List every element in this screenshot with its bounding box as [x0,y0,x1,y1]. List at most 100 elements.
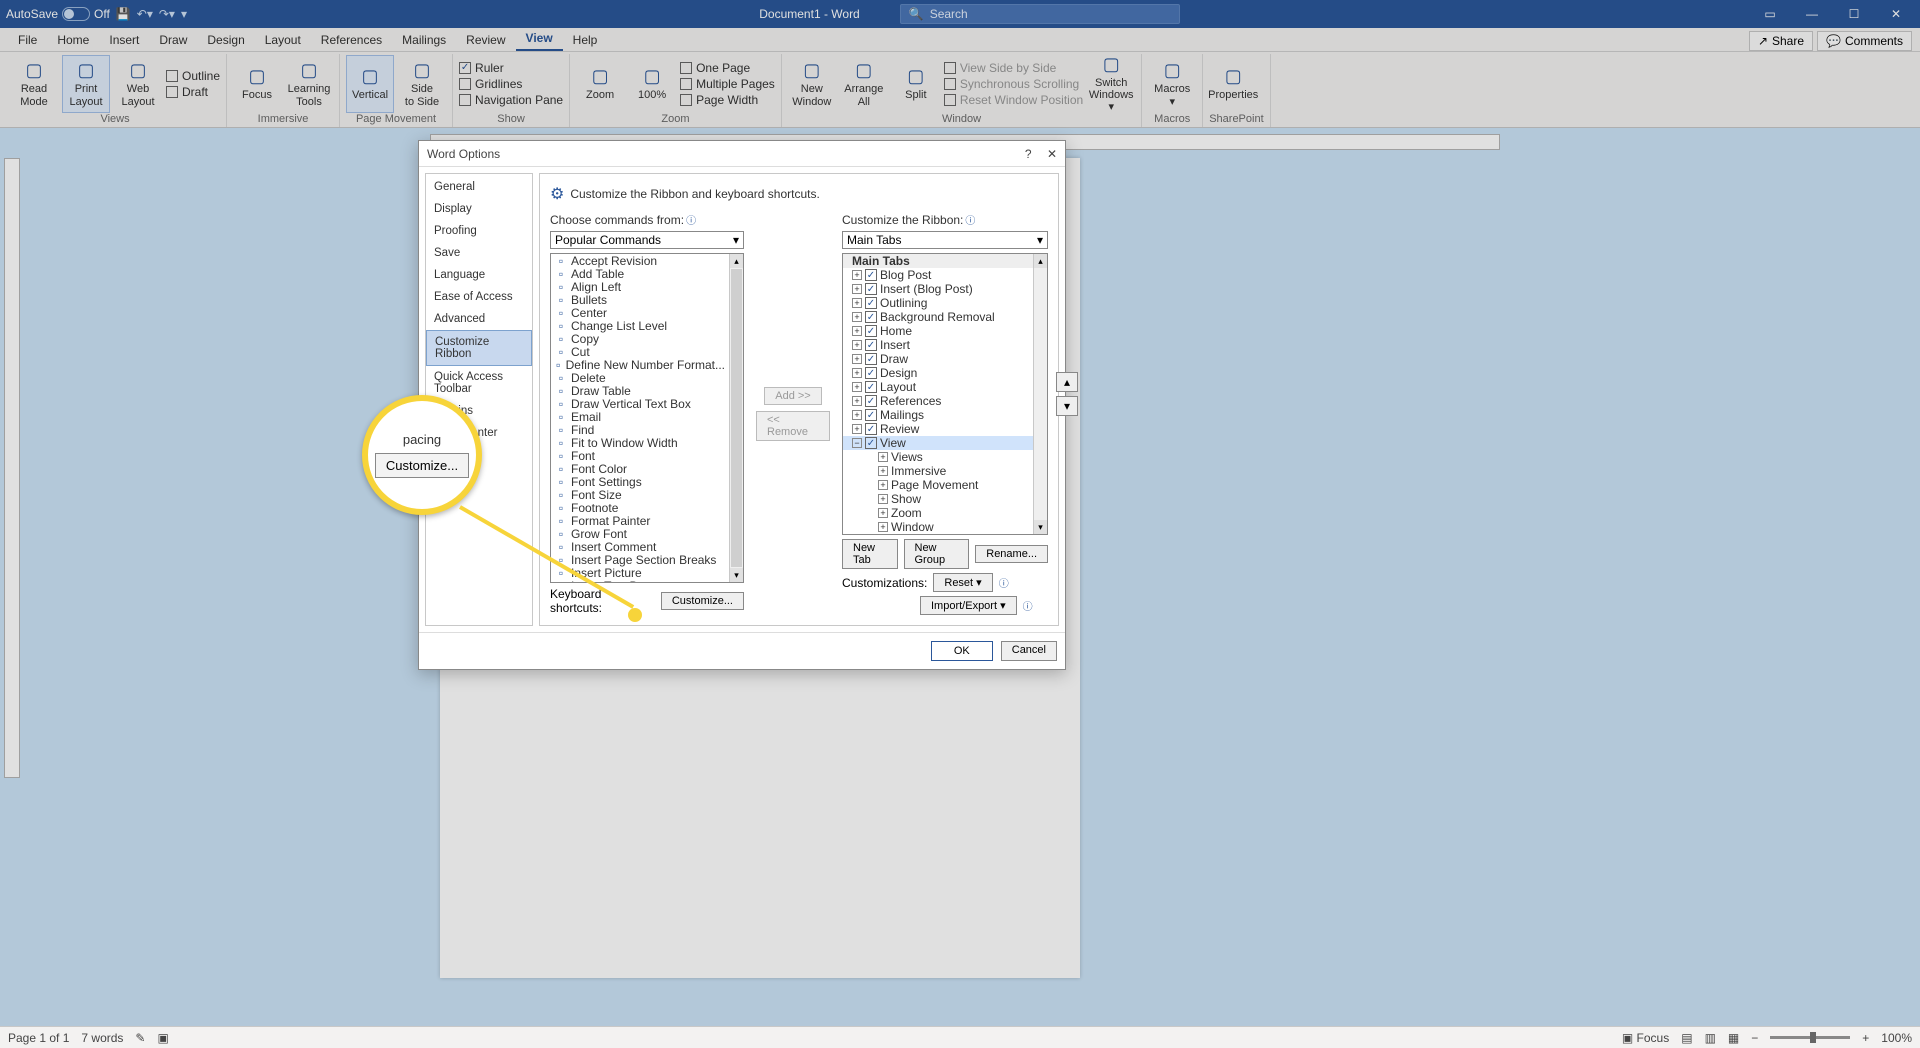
command-item[interactable]: ▫Draw Table [551,384,729,397]
dialog-title: Word Options [427,147,500,161]
nav-advanced[interactable]: Advanced [426,308,532,330]
command-item[interactable]: ▫Bullets [551,293,729,306]
scrollbar[interactable]: ▴▾ [1033,254,1047,534]
command-item[interactable]: ▫Add Table [551,267,729,280]
scrollbar[interactable]: ▴▾ [729,254,743,582]
view-read-mode-icon[interactable]: ▥ [1705,1031,1716,1045]
remove-button[interactable]: << Remove [756,411,830,441]
command-item[interactable]: ▫Find [551,423,729,436]
customize-button[interactable]: Customize... [661,592,744,610]
command-item[interactable]: ▫Cut [551,345,729,358]
import-export-button[interactable]: Import/Export ▾ [920,596,1017,615]
command-item[interactable]: ▫Change List Level [551,319,729,332]
command-item[interactable]: ▫Format Painter [551,514,729,527]
command-item[interactable]: ▫Email [551,410,729,423]
spellcheck-icon[interactable]: ✎ [135,1031,145,1045]
callout-fragment: pacing [403,432,441,447]
command-item[interactable]: ▫Insert Page Section Breaks [551,553,729,566]
rename-button[interactable]: Rename... [975,545,1048,563]
nav-quick-access-toolbar[interactable]: Quick Access Toolbar [426,366,532,400]
command-item[interactable]: ▫Draw Vertical Text Box [551,397,729,410]
word-options-dialog: Word Options ? ✕ GeneralDisplayProofingS… [418,140,1066,670]
add-button[interactable]: Add >> [764,387,821,405]
commands-listbox[interactable]: ▫Accept Revision▫Add Table▫Align Left▫Bu… [550,253,744,583]
tree-item-home[interactable]: +✓Home [843,324,1033,338]
command-item[interactable]: ▫Font [551,449,729,462]
tree-child-window[interactable]: +Window [843,520,1033,534]
command-item[interactable]: ▫Footnote [551,501,729,514]
callout-magnifier: pacing Customize... [362,395,482,515]
word-count[interactable]: 7 words [81,1031,123,1045]
command-item[interactable]: ▫Copy [551,332,729,345]
tree-item-blogpost[interactable]: +✓Blog Post [843,268,1033,282]
tree-child-zoom[interactable]: +Zoom [843,506,1033,520]
ribbon-tree[interactable]: Main Tabs+✓Blog Post+✓Insert (Blog Post)… [842,253,1048,535]
command-item[interactable]: ▫Accept Revision [551,254,729,267]
ok-button[interactable]: OK [931,641,993,661]
move-down-button[interactable]: ▾ [1056,396,1078,416]
nav-proofing[interactable]: Proofing [426,220,532,242]
info-icon[interactable]: ⓘ [999,575,1009,590]
tree-child-page-movement[interactable]: +Page Movement [843,478,1033,492]
command-item[interactable]: ▫Fit to Window Width [551,436,729,449]
new-group-button[interactable]: New Group [904,539,970,569]
command-item[interactable]: ▫Font Color [551,462,729,475]
help-icon[interactable]: ? [1025,147,1032,161]
nav-general[interactable]: General [426,176,532,198]
command-item[interactable]: ▫Font Size [551,488,729,501]
nav-display[interactable]: Display [426,198,532,220]
tree-child-views[interactable]: +Views [843,450,1033,464]
tree-item-outlining[interactable]: +✓Outlining [843,296,1033,310]
tree-item-review[interactable]: +✓Review [843,422,1033,436]
tree-item-insert[interactable]: +✓Insert [843,338,1033,352]
command-item[interactable]: ▫Center [551,306,729,319]
tree-item-mailings[interactable]: +✓Mailings [843,408,1033,422]
choose-commands-dropdown[interactable]: Popular Commands▾ [550,231,744,249]
command-item[interactable]: ▫Delete [551,371,729,384]
tree-item-layout[interactable]: +✓Layout [843,380,1033,394]
callout-customize-button: Customize... [375,453,469,478]
customize-ribbon-label: Customize the Ribbon:ⓘ [842,212,1048,227]
command-item[interactable]: ▫Align Left [551,280,729,293]
macro-status-icon[interactable]: ▣ [157,1031,168,1045]
nav-save[interactable]: Save [426,242,532,264]
nav-ease-of-access[interactable]: Ease of Access [426,286,532,308]
command-item[interactable]: ▫Insert Text Box [551,579,729,582]
close-icon[interactable]: ✕ [1047,147,1057,161]
tree-child-show[interactable]: +Show [843,492,1033,506]
tree-item-draw[interactable]: +✓Draw [843,352,1033,366]
command-item[interactable]: ▫Grow Font [551,527,729,540]
tree-item-references[interactable]: +✓References [843,394,1033,408]
zoom-in-button[interactable]: + [1862,1031,1869,1045]
command-item[interactable]: ▫Define New Number Format... [551,358,729,371]
reset-button[interactable]: Reset ▾ [933,573,992,592]
chevron-down-icon: ▾ [733,233,739,247]
cancel-button[interactable]: Cancel [1001,641,1057,661]
callout-dot [628,608,642,622]
tree-header: Main Tabs [843,254,1033,268]
zoom-out-button[interactable]: − [1751,1031,1758,1045]
move-up-button[interactable]: ▴ [1056,372,1078,392]
view-web-layout-icon[interactable]: ▦ [1728,1031,1739,1045]
command-item[interactable]: ▫Insert Comment [551,540,729,553]
tree-item-design[interactable]: +✓Design [843,366,1033,380]
dialog-heading: Customize the Ribbon and keyboard shortc… [570,187,819,201]
tree-child-immersive[interactable]: +Immersive [843,464,1033,478]
tree-item-view[interactable]: −✓View [843,436,1033,450]
info-icon[interactable]: ⓘ [686,212,696,227]
tree-item-backgroundremoval[interactable]: +✓Background Removal [843,310,1033,324]
new-tab-button[interactable]: New Tab [842,539,898,569]
zoom-level[interactable]: 100% [1881,1031,1912,1045]
page-status[interactable]: Page 1 of 1 [8,1031,69,1045]
focus-mode-button[interactable]: ▣ Focus [1622,1031,1669,1045]
nav-language[interactable]: Language [426,264,532,286]
tree-item-insertblogpost[interactable]: +✓Insert (Blog Post) [843,282,1033,296]
nav-customize-ribbon[interactable]: Customize Ribbon [426,330,532,366]
zoom-slider[interactable] [1770,1036,1850,1039]
command-item[interactable]: ▫Font Settings [551,475,729,488]
dialog-titlebar: Word Options ? ✕ [419,141,1065,167]
customize-ribbon-dropdown[interactable]: Main Tabs▾ [842,231,1048,249]
info-icon[interactable]: ⓘ [1023,598,1033,613]
view-print-layout-icon[interactable]: ▤ [1681,1031,1692,1045]
info-icon[interactable]: ⓘ [965,212,975,227]
